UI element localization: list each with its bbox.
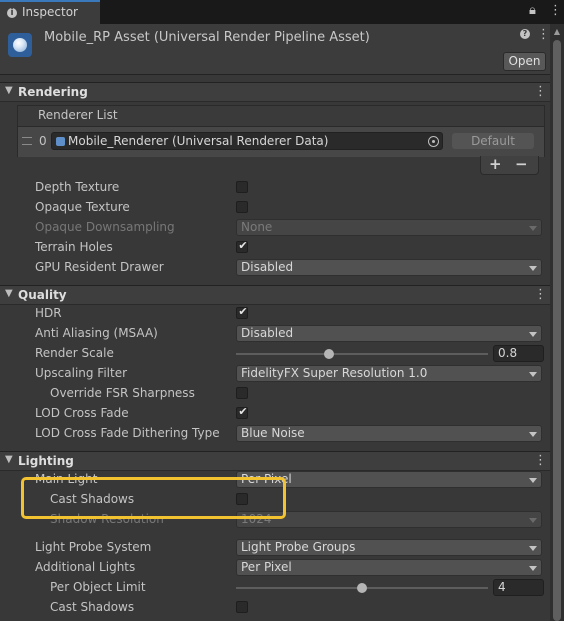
- tab-inspector[interactable]: i Inspector: [0, 0, 100, 24]
- foldout-arrow-icon: ▼: [5, 85, 13, 96]
- hdr-checkbox[interactable]: ✔: [236, 305, 248, 319]
- dropdown-arrow-icon: [529, 332, 537, 337]
- render-scale-slider[interactable]: [236, 353, 488, 355]
- per-object-limit-slider-thumb[interactable]: [357, 583, 367, 593]
- lod-dithering-label: LOD Cross Fade Dithering Type: [35, 426, 220, 440]
- render-scale-value: 0.8: [498, 346, 518, 360]
- add-renderer-button[interactable]: +: [489, 155, 502, 173]
- lod-cross-fade-checkbox[interactable]: ✔: [236, 405, 248, 419]
- dropdown-arrow-icon: [529, 226, 537, 231]
- dropdown-arrow-icon: [529, 372, 537, 377]
- override-fsr-checkbox[interactable]: [236, 387, 248, 399]
- render-scale-slider-thumb[interactable]: [323, 349, 334, 359]
- section-title: Lighting: [18, 454, 74, 468]
- highlight-annotation: [21, 477, 286, 519]
- renderer-object-field[interactable]: Mobile_Renderer (Universal Renderer Data…: [51, 132, 443, 150]
- terrain-holes-label: Terrain Holes: [35, 240, 113, 254]
- dropdown-value: Light Probe Groups: [241, 540, 356, 554]
- opaque-texture-label: Opaque Texture: [35, 200, 130, 214]
- asset-title: Mobile_RP Asset (Universal Render Pipeli…: [44, 30, 370, 45]
- anti-aliasing-label: Anti Aliasing (MSAA): [35, 326, 158, 340]
- renderer-data-icon: [56, 137, 65, 146]
- section-rendering[interactable]: ▼ Rendering ⋮: [0, 82, 550, 102]
- section-menu-icon[interactable]: ⋮: [534, 84, 547, 99]
- set-default-button[interactable]: Default: [452, 133, 534, 149]
- dropdown-value: Per Pixel: [241, 560, 292, 574]
- foldout-arrow-icon: ▼: [5, 288, 13, 299]
- section-menu-icon[interactable]: ⋮: [534, 453, 547, 468]
- depth-texture-label: Depth Texture: [35, 180, 120, 194]
- tab-label: Inspector: [22, 5, 78, 19]
- additional-cast-shadows-label: Cast Shadows: [50, 600, 135, 614]
- lod-cross-fade-label: LOD Cross Fade: [35, 406, 129, 420]
- scroll-up-arrow-icon[interactable]: ▲: [550, 24, 564, 40]
- anti-aliasing-dropdown[interactable]: Disabled: [236, 325, 542, 342]
- per-object-limit-label: Per Object Limit: [50, 580, 146, 594]
- help-icon[interactable]: ?: [520, 29, 530, 39]
- info-icon: i: [7, 8, 17, 18]
- drag-handle-icon[interactable]: [22, 137, 32, 145]
- gpu-resident-drawer-label: GPU Resident Drawer: [35, 260, 164, 274]
- dropdown-value: None: [241, 220, 273, 234]
- light-probe-system-dropdown[interactable]: Light Probe Groups: [236, 539, 542, 556]
- per-object-limit-field[interactable]: 4: [493, 579, 544, 596]
- dropdown-arrow-icon: [529, 432, 537, 437]
- dropdown-arrow-icon: [529, 518, 537, 523]
- checkmark-icon: ✔: [238, 305, 248, 318]
- opaque-texture-checkbox[interactable]: [236, 201, 248, 213]
- per-object-limit-value: 4: [498, 580, 506, 594]
- sphere-icon: [13, 38, 27, 52]
- lock-icon[interactable]: 🔒︎: [529, 4, 536, 18]
- renderer-list-header: Renderer List: [18, 106, 544, 127]
- header-menu-icon[interactable]: ⋮: [537, 27, 550, 42]
- open-button[interactable]: Open: [503, 52, 546, 71]
- renderer-list: Renderer List 0 Mobile_Renderer (Univers…: [17, 105, 545, 157]
- dropdown-value: Blue Noise: [241, 426, 305, 440]
- upscaling-filter-label: Upscaling Filter: [35, 366, 128, 380]
- section-title: Rendering: [18, 85, 88, 99]
- dropdown-value: Disabled: [241, 260, 294, 274]
- renderer-list-footer: + −: [480, 155, 539, 175]
- renderer-list-title: Renderer List: [38, 108, 118, 122]
- opaque-downsampling-label: Opaque Downsampling: [35, 220, 175, 234]
- section-menu-icon[interactable]: ⋮: [534, 287, 547, 302]
- renderer-index: 0: [39, 134, 47, 148]
- depth-texture-checkbox[interactable]: [236, 181, 248, 193]
- remove-renderer-button[interactable]: −: [515, 155, 528, 173]
- tab-bar: i Inspector 🔒︎ ⋮: [0, 0, 564, 24]
- dropdown-arrow-icon: [529, 478, 537, 483]
- renderer-list-item[interactable]: 0 Mobile_Renderer (Universal Renderer Da…: [18, 127, 544, 157]
- tab-menu-icon[interactable]: ⋮: [549, 4, 562, 18]
- inspector-header: Mobile_RP Asset (Universal Render Pipeli…: [0, 24, 550, 75]
- checkmark-icon: ✔: [238, 239, 248, 252]
- dropdown-value: Disabled: [241, 326, 294, 340]
- upscaling-filter-dropdown[interactable]: FidelityFX Super Resolution 1.0: [236, 365, 542, 382]
- dropdown-arrow-icon: [529, 546, 537, 551]
- section-quality[interactable]: ▼ Quality ⋮: [0, 285, 550, 305]
- section-title: Quality: [18, 288, 67, 302]
- gpu-resident-drawer-dropdown[interactable]: Disabled: [236, 259, 542, 276]
- object-picker-icon[interactable]: [428, 136, 439, 147]
- dropdown-arrow-icon: [529, 266, 537, 271]
- lod-dithering-dropdown[interactable]: Blue Noise: [236, 425, 542, 442]
- additional-lights-label: Additional Lights: [35, 560, 136, 574]
- checkmark-icon: ✔: [238, 405, 248, 418]
- override-fsr-label: Override FSR Sharpness: [50, 386, 195, 400]
- terrain-holes-checkbox[interactable]: ✔: [236, 239, 248, 253]
- foldout-arrow-icon: ▼: [5, 454, 13, 465]
- hdr-label: HDR: [35, 306, 62, 320]
- scrollbar-thumb[interactable]: [553, 40, 561, 621]
- additional-lights-dropdown[interactable]: Per Pixel: [236, 559, 542, 576]
- dropdown-value: FidelityFX Super Resolution 1.0: [241, 366, 428, 380]
- opaque-downsampling-dropdown: None: [236, 219, 542, 236]
- additional-cast-shadows-checkbox[interactable]: [236, 601, 248, 613]
- render-scale-label: Render Scale: [35, 346, 114, 360]
- light-probe-system-label: Light Probe System: [35, 540, 152, 554]
- section-lighting[interactable]: ▼ Lighting ⋮: [0, 451, 550, 471]
- dropdown-arrow-icon: [529, 566, 537, 571]
- pipeline-asset-icon: [8, 33, 32, 57]
- renderer-name: Mobile_Renderer (Universal Renderer Data…: [68, 134, 329, 148]
- picker-dot: [432, 140, 435, 143]
- render-scale-field[interactable]: 0.8: [493, 345, 544, 362]
